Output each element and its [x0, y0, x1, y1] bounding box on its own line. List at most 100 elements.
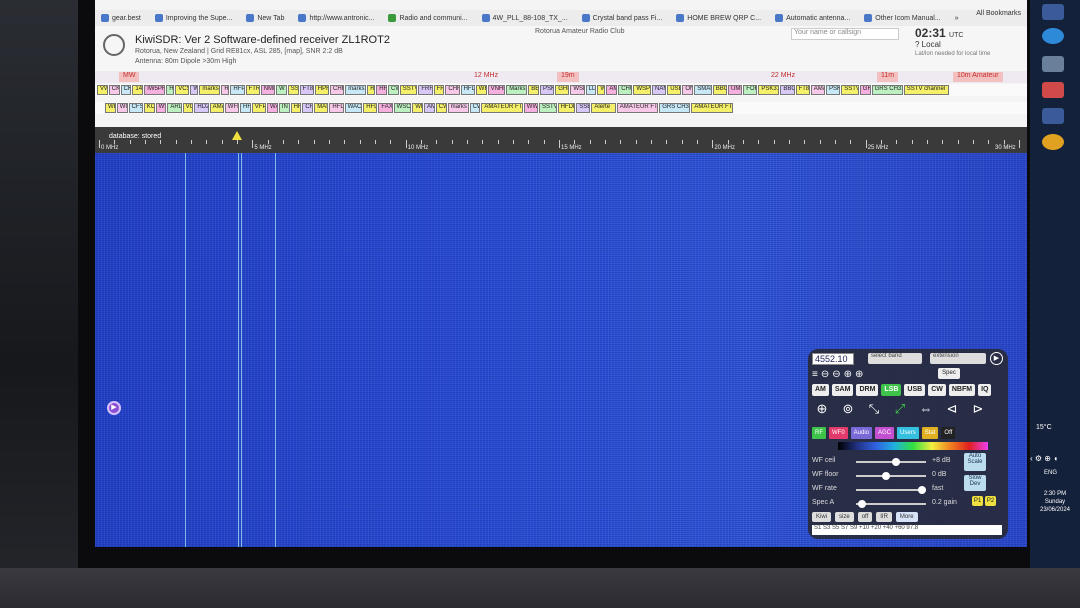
weather-temp[interactable]: 15°C	[1036, 424, 1052, 431]
preset-1-button[interactable]: P1	[972, 496, 983, 506]
station-label[interactable]: WE	[105, 103, 116, 113]
app-icon[interactable]	[1042, 108, 1064, 124]
station-label[interactable]: FT8	[299, 85, 314, 95]
slider-knob[interactable]	[882, 472, 890, 480]
chrome-icon[interactable]	[1042, 134, 1064, 150]
step-up-icon[interactable]: ⊳	[968, 399, 988, 419]
frequency-input[interactable]: 4552.10	[812, 353, 854, 365]
play-icon[interactable]: ▶	[107, 401, 121, 415]
station-label[interactable]: AM	[606, 85, 618, 95]
swap-icon[interactable]: ⇔	[916, 399, 936, 419]
band-label[interactable]: MW	[119, 72, 140, 82]
spec-button[interactable]: Spec	[938, 368, 960, 379]
station-label[interactable]: BBC	[780, 85, 795, 95]
band-label[interactable]: 10m Amateur	[953, 72, 1003, 82]
station-label[interactable]: W	[190, 85, 199, 95]
station-label[interactable]: CH	[302, 103, 314, 113]
station-label[interactable]: HF	[376, 85, 387, 95]
station-label[interactable]: AMATEUR FT8	[691, 103, 733, 113]
station-label[interactable]: BE	[528, 85, 539, 95]
station-label[interactable]: marks	[199, 85, 221, 95]
station-label[interactable]: USB	[667, 85, 682, 95]
mode-am-button[interactable]: AM	[812, 384, 829, 396]
callsign-input[interactable]: Your name or callsign	[791, 28, 899, 40]
zoom-out-icon[interactable]: ⊖	[832, 369, 840, 380]
station-label[interactable]: marks	[345, 85, 367, 95]
zoom-select-icon[interactable]: ⊚	[838, 399, 858, 419]
station-label[interactable]: HFD	[363, 103, 378, 113]
tab-users[interactable]: Users	[897, 427, 919, 439]
station-label[interactable]: HFD	[329, 103, 344, 113]
station-label[interactable]: H	[166, 85, 175, 95]
station-label[interactable]: AMA	[810, 85, 825, 95]
station-label[interactable]: FT8	[795, 85, 810, 95]
iir-select[interactable]: IIR	[876, 512, 892, 522]
station-label[interactable]: VFP	[251, 103, 266, 113]
station-label[interactable]: FRH	[418, 85, 433, 95]
station-label[interactable]: PSK	[826, 85, 841, 95]
zoom-in-icon[interactable]: ⊕	[812, 399, 832, 419]
station-label[interactable]: HF	[290, 103, 302, 113]
station-label[interactable]: GRS CH31	[871, 85, 903, 95]
wf-rate-slider[interactable]	[856, 486, 926, 494]
station-label[interactable]: NMR	[260, 85, 275, 95]
station-label[interactable]: UMB	[728, 85, 743, 95]
band-label[interactable]: 12 MHz	[470, 72, 502, 82]
mode-drm-button[interactable]: DRM	[856, 384, 879, 396]
expand-icon[interactable]: ⤢	[890, 399, 910, 419]
wf-floor-slider[interactable]	[856, 472, 926, 480]
station-label[interactable]: BBC	[712, 85, 727, 95]
bookmarks-overflow-button[interactable]: »	[955, 15, 959, 22]
mode-cw-button[interactable]: CW	[928, 384, 946, 396]
station-label[interactable]: Alerte	[591, 103, 616, 113]
bookmark-item[interactable]: Crystal band pass Fi...	[581, 14, 662, 22]
station-label[interactable]: SSTV	[841, 85, 859, 95]
station-label[interactable]: SSTV channel	[903, 85, 949, 95]
station-label[interactable]: CW	[469, 103, 481, 113]
station-label[interactable]: KC	[143, 103, 155, 113]
station-label[interactable]: WA	[267, 103, 278, 113]
app-icon[interactable]	[1042, 56, 1064, 72]
station-label[interactable]: CFS	[128, 103, 143, 113]
bookmark-item[interactable]: New Tab	[246, 14, 284, 22]
station-label[interactable]: CK	[108, 85, 120, 95]
station-label[interactable]: AMATEUR FT8	[616, 103, 659, 113]
station-label[interactable]: CHF	[445, 85, 460, 95]
bookmark-item[interactable]: Radio and communi...	[388, 14, 468, 22]
station-label[interactable]: VNHF	[487, 85, 506, 95]
station-label[interactable]: CW	[435, 103, 447, 113]
zoom-in-icon[interactable]: ⊕	[855, 369, 863, 380]
station-label[interactable]: LL	[585, 85, 597, 95]
mode-nbfm-button[interactable]: NBFM	[948, 384, 976, 396]
station-label[interactable]: ON	[682, 85, 694, 95]
tab-rf[interactable]: RF	[812, 427, 826, 439]
station-label[interactable]: CW	[388, 85, 399, 95]
station-label[interactable]: AMATEUR FT8	[481, 103, 523, 113]
station-label[interactable]: CHU	[618, 85, 633, 95]
bookmark-item[interactable]: gear.best	[101, 14, 141, 22]
station-label[interactable]: HPR	[314, 85, 329, 95]
station-label[interactable]: SSTV	[399, 85, 418, 95]
language-indicator[interactable]: ENG	[1044, 470, 1057, 476]
station-label[interactable]: WC	[116, 103, 128, 113]
station-label[interactable]: NAM	[652, 85, 667, 95]
station-label[interactable]: ARD	[167, 103, 182, 113]
station-label[interactable]: GR	[859, 85, 871, 95]
station-label[interactable]: SS	[287, 85, 299, 95]
bookmark-item[interactable]: Other Icom Manual...	[864, 14, 941, 22]
widget-icon[interactable]	[1042, 4, 1064, 20]
zoom-in-icon[interactable]: ⊕	[844, 369, 852, 380]
spec-a-slider[interactable]	[856, 500, 926, 508]
station-label[interactable]: IN	[278, 103, 290, 113]
tab-wf[interactable]: WF0	[829, 427, 848, 439]
station-label[interactable]: HFDL	[557, 103, 576, 113]
station-label[interactable]: WACR	[344, 103, 363, 113]
tab-stat[interactable]: Stat	[921, 427, 939, 439]
station-label[interactable]: SSTV	[539, 103, 557, 113]
station-label[interactable]: WSCB	[393, 103, 412, 113]
go-icon[interactable]: ▶	[990, 352, 1003, 365]
station-label[interactable]: WSF	[570, 85, 585, 95]
preset-2-button[interactable]: P2	[985, 496, 996, 506]
station-label[interactable]: FTR	[245, 85, 260, 95]
collapse-icon[interactable]: ⤡	[864, 399, 884, 419]
